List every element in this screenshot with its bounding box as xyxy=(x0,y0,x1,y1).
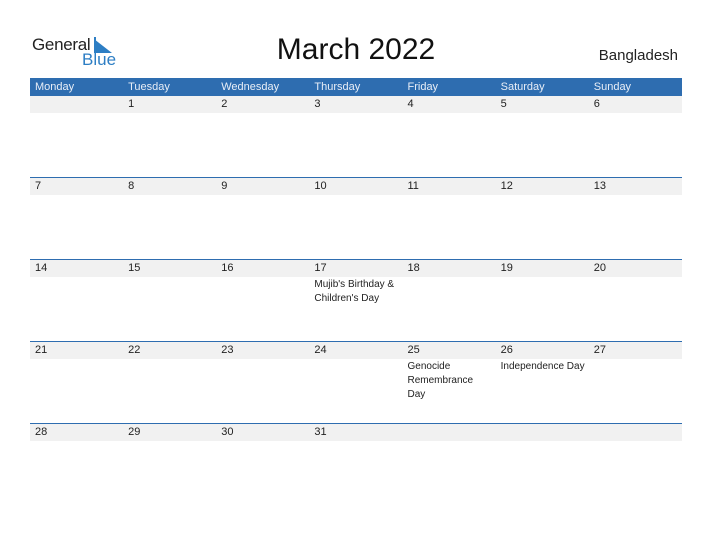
week-row: 21 22 23 24 25 26 27 Genocide Remembrance Day In… xyxy=(30,341,682,423)
holiday-event xyxy=(123,277,216,306)
day-number: 21 xyxy=(35,344,48,356)
holiday-event xyxy=(30,359,123,402)
day-number: 8 xyxy=(128,180,135,192)
day-number-row: 14 15 16 17 18 19 20 xyxy=(30,260,682,277)
week-row: 14 15 16 17 18 19 20 Mujib's Birthday & Childre… xyxy=(30,259,682,341)
event-row xyxy=(30,113,682,114)
day-number: 12 xyxy=(500,180,513,192)
day-number xyxy=(30,96,123,113)
day-number: 30 xyxy=(221,426,234,438)
holiday-event xyxy=(496,441,589,442)
holiday-event xyxy=(123,441,216,442)
holiday-event xyxy=(403,277,496,306)
day-number xyxy=(403,424,496,441)
week-row: 1 2 3 4 5 6 xyxy=(30,96,682,177)
holiday-event xyxy=(309,113,402,114)
weekday-thursday: Thursday xyxy=(314,81,361,93)
day-number xyxy=(496,424,589,441)
holiday-event xyxy=(309,195,402,196)
holiday-event: Genocide Remembrance Day xyxy=(407,361,474,400)
event-row: Genocide Remembrance Day Independence Day xyxy=(30,359,682,402)
day-number: 10 xyxy=(314,180,327,192)
holiday-event xyxy=(309,359,402,402)
day-number: 2 xyxy=(221,98,228,110)
day-number: 18 xyxy=(407,262,420,274)
event-row: Mujib's Birthday & Children's Day xyxy=(30,277,682,306)
holiday-event xyxy=(589,359,682,402)
weekday-tuesday: Tuesday xyxy=(128,81,170,93)
weekday-sunday: Sunday xyxy=(593,81,632,93)
holiday-event xyxy=(496,277,589,306)
event-row xyxy=(30,195,682,196)
holiday-event xyxy=(496,195,589,196)
holiday-event xyxy=(309,441,402,442)
day-number: 29 xyxy=(128,426,141,438)
weekday-header: Monday Tuesday Wednesday Thursday Friday Satu… xyxy=(30,78,682,96)
day-number: 23 xyxy=(221,344,234,356)
holiday-event xyxy=(30,277,123,306)
day-number: 16 xyxy=(221,262,234,274)
country-label: Bangladesh xyxy=(598,47,678,64)
day-number: 5 xyxy=(500,98,507,110)
holiday-event xyxy=(589,195,682,196)
day-number: 20 xyxy=(593,262,606,274)
day-number: 28 xyxy=(35,426,48,438)
holiday-event xyxy=(496,113,589,114)
holiday-event: Independence Day xyxy=(500,361,585,372)
day-number: 11 xyxy=(407,180,419,192)
holiday-event xyxy=(403,195,496,196)
day-number-row: 21 22 23 24 25 26 27 xyxy=(30,342,682,359)
holiday-event xyxy=(403,113,496,114)
day-number: 7 xyxy=(35,180,42,192)
day-number: 13 xyxy=(593,180,606,192)
day-number: 19 xyxy=(500,262,513,274)
day-number xyxy=(589,424,682,441)
weekday-monday: Monday xyxy=(35,81,75,93)
holiday-event xyxy=(403,441,496,442)
day-number: 4 xyxy=(407,98,414,110)
holiday-event xyxy=(30,441,123,442)
day-number: 6 xyxy=(593,98,600,110)
holiday-event xyxy=(589,277,682,306)
weekday-friday: Friday xyxy=(407,81,439,93)
weekday-saturday: Saturday xyxy=(500,81,545,93)
day-number-row: 28 29 30 31 xyxy=(30,424,682,441)
weekday-wednesday: Wednesday xyxy=(221,81,280,93)
holiday-event xyxy=(216,113,309,114)
day-number: 22 xyxy=(128,344,141,356)
holiday-event xyxy=(216,195,309,196)
holiday-event xyxy=(123,359,216,402)
day-number-row: 7 8 9 10 11 12 13 xyxy=(30,178,682,195)
calendar: Monday Tuesday Wednesday Thursday Friday Satu… xyxy=(30,78,682,505)
day-number: 3 xyxy=(314,98,321,110)
holiday-event: Mujib's Birthday & Children's Day xyxy=(314,279,395,304)
day-number: 1 xyxy=(128,98,135,110)
day-number: 26 xyxy=(500,344,513,356)
holiday-event xyxy=(589,113,682,114)
day-number: 24 xyxy=(314,344,327,356)
day-number: 15 xyxy=(128,262,141,274)
holiday-event xyxy=(589,441,682,442)
week-row: 7 8 9 10 11 12 13 xyxy=(30,177,682,259)
holiday-event xyxy=(123,113,216,114)
holiday-event xyxy=(216,359,309,402)
day-number: 27 xyxy=(593,344,606,356)
holiday-event xyxy=(30,113,123,114)
holiday-event xyxy=(30,195,123,196)
holiday-event xyxy=(123,195,216,196)
holiday-event xyxy=(216,277,309,306)
day-number: 31 xyxy=(314,426,327,438)
day-number-row: 1 2 3 4 5 6 xyxy=(30,96,682,113)
day-number: 17 xyxy=(314,262,327,274)
event-row xyxy=(30,441,682,442)
day-number: 25 xyxy=(407,344,420,356)
day-number: 14 xyxy=(35,262,48,274)
day-number: 9 xyxy=(221,180,228,192)
week-row: 28 29 30 31 xyxy=(30,423,682,505)
holiday-event xyxy=(216,441,309,442)
